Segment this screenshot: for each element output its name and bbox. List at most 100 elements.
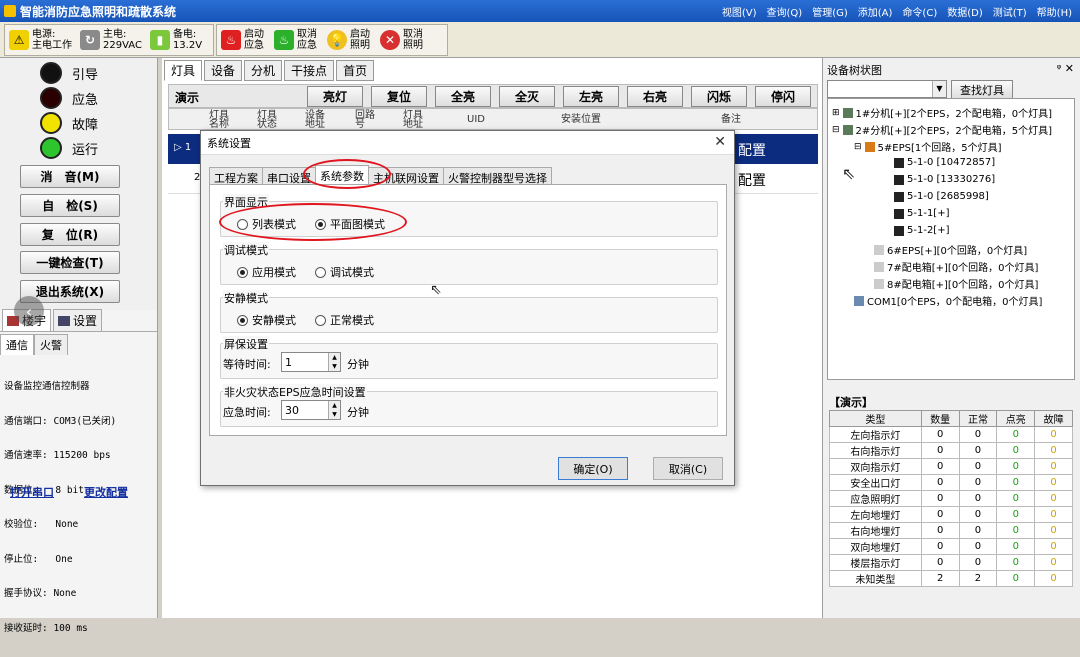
cell-type: 应急照明灯	[829, 490, 922, 507]
cell-count: 0	[920, 506, 960, 523]
menu-add[interactable]: 添加(A)	[858, 4, 893, 19]
col-lamp-name[interactable]: 灯具名称	[209, 111, 233, 130]
all-off-button[interactable]: 全灭	[499, 86, 555, 107]
col-loop[interactable]: 回路号	[355, 111, 379, 130]
one-key-check-button[interactable]: 一键检查(T)	[20, 251, 120, 274]
search-combo[interactable]: ▼	[827, 80, 947, 98]
stop-flash-button[interactable]: 停闪	[755, 86, 811, 107]
tree-node[interactable]: COM1[0个EPS，0个配电箱，0个灯具]	[854, 293, 1042, 308]
tree-node[interactable]: ⊟ 2#分机[+][2个EPS，2个配电箱，5个灯具]	[832, 122, 1052, 137]
tree-node[interactable]: 5-1-0 [10472857]	[894, 157, 995, 168]
find-lamp-button[interactable]: 查找灯具	[951, 80, 1013, 99]
back-arrow-icon[interactable]: ‹	[14, 296, 44, 326]
subtab-fire[interactable]: 火警	[34, 334, 68, 355]
cell-lit: 0	[996, 490, 1036, 507]
wait-time-stepper[interactable]: 1 ▲ ▼	[281, 352, 341, 372]
tree-node[interactable]: ⊟ 5#EPS[1个回路，5个灯具]	[854, 139, 1002, 154]
menu-command[interactable]: 命令(C)	[902, 4, 937, 19]
emergency-time-stepper[interactable]: 30 ▲ ▼	[281, 400, 341, 420]
self-check-button[interactable]: 自 检(S)	[20, 194, 120, 217]
col-device-addr[interactable]: 设备地址	[305, 111, 329, 130]
reset-button[interactable]: 复 位(R)	[20, 223, 120, 246]
cancel-lighting-button[interactable]: ✕ 取消照明	[376, 29, 429, 51]
guide-lamp-label: 引导	[72, 68, 99, 83]
eps-icon	[874, 244, 884, 255]
main-value: 229VAC	[103, 40, 142, 51]
change-config-link[interactable]: 更改配置	[84, 484, 128, 500]
tree-node[interactable]: 8#配电箱[+][0个回路，0个灯具]	[874, 276, 1038, 291]
tree-node[interactable]: 5-1-2[+]	[894, 225, 950, 236]
ok-button[interactable]: 确定(O)	[558, 457, 628, 480]
cursor-icon: ⇖	[430, 282, 442, 298]
menu-test[interactable]: 测试(T)	[993, 4, 1027, 19]
cell-count: 2	[920, 570, 960, 587]
debug-mode-radio[interactable]: 调试模式	[315, 264, 374, 280]
tab-home[interactable]: 首页	[336, 60, 375, 81]
close-icon[interactable]: ✕	[714, 134, 726, 150]
app-title: 智能消防应急照明和疏散系统	[20, 4, 177, 19]
tab-dry-contacts[interactable]: 干接点	[284, 60, 335, 81]
tree-node[interactable]: 6#EPS[+][0个回路，0个灯具]	[874, 242, 1027, 257]
device-tree: ⊞ 1#分机[+][2个EPS，2个配电箱，0个灯具] ⊟ 2#分机[+][2个EP…	[827, 98, 1075, 380]
open-port-link[interactable]: 打开串口	[10, 484, 54, 500]
spin-arrows-icon[interactable]: ▲ ▼	[328, 401, 340, 419]
eps-time-group-label: 非火灾状态EPS应急时间设置	[223, 384, 367, 400]
tab-settings[interactable]: 设置	[53, 309, 103, 331]
chevron-down-icon[interactable]: ▼	[932, 81, 946, 97]
tree-node[interactable]: 5-1-0 [13330276]	[894, 174, 995, 185]
cell-count: 0	[920, 442, 960, 459]
col-note[interactable]: 备注	[721, 115, 741, 125]
bulb-icon: 💡	[327, 30, 347, 50]
col-lit: 点亮	[996, 410, 1036, 427]
com-port-icon	[854, 295, 864, 306]
start-emergency-button[interactable]: ♨ 启动应急	[217, 29, 270, 51]
tree-node[interactable]: 5-1-1[+]	[894, 208, 950, 219]
fault-lamp-label: 故障	[72, 118, 99, 133]
distribution-box-icon	[874, 261, 884, 272]
dialog-title-bar: 系统设置	[201, 131, 734, 155]
mute-button[interactable]: 消 音(M)	[20, 165, 120, 188]
light-on-button[interactable]: 亮灯	[307, 86, 363, 107]
menu-manage[interactable]: 管理(G)	[812, 4, 848, 19]
row-note: 配置	[738, 143, 766, 159]
tab-extensions[interactable]: 分机	[244, 60, 283, 81]
cancel-emergency-label: 取消应急	[297, 29, 317, 51]
backup-power-status: ▮ 备电: 13.2V	[146, 29, 206, 51]
start-lighting-button[interactable]: 💡 启动照明	[323, 29, 376, 51]
menu-view[interactable]: 视图(V)	[722, 4, 757, 19]
radio-on-icon	[237, 266, 248, 278]
col-count: 数量	[920, 410, 960, 427]
command-group: ♨ 启动应急 ♨ 取消应急 💡 启动照明 ✕ 取消照明	[216, 24, 448, 56]
device-tree-panel: 设备树状图 ᵠ ✕ ▼ 查找灯具 ⊞ 1#分机[+][2个EPS，2个配电箱，0个…	[822, 58, 1080, 618]
demo-reset-button[interactable]: 复位	[371, 86, 427, 107]
spin-arrows-icon[interactable]: ▲ ▼	[328, 353, 340, 371]
menu-query[interactable]: 查询(Q)	[767, 4, 803, 19]
table-row: 楼层指示灯 0 0 0 0	[829, 554, 1073, 571]
table-row: 双向指示灯 0 0 0 0	[829, 458, 1073, 475]
tab-lamps[interactable]: 灯具	[164, 60, 203, 81]
subtab-comm[interactable]: 通信	[0, 334, 34, 355]
cancel-button[interactable]: 取消(C)	[653, 457, 723, 480]
menu-help[interactable]: 帮助(H)	[1037, 4, 1072, 19]
col-lamp-state[interactable]: 灯具状态	[257, 111, 281, 130]
tab-devices[interactable]: 设备	[204, 60, 243, 81]
flash-button[interactable]: 闪烁	[691, 86, 747, 107]
left-on-button[interactable]: 左亮	[563, 86, 619, 107]
app-mode-radio[interactable]: 应用模式	[237, 264, 296, 280]
col-lamp-addr[interactable]: 灯具地址	[403, 111, 427, 130]
col-uid[interactable]: UID	[467, 115, 485, 125]
cell-fault: 0	[1034, 458, 1073, 475]
menu-data[interactable]: 数据(D)	[947, 4, 983, 19]
col-location[interactable]: 安装位置	[561, 115, 601, 125]
cancel-emergency-button[interactable]: ♨ 取消应急	[270, 29, 323, 51]
tree-node[interactable]: 5-1-0 [2685998]	[894, 191, 989, 202]
normal-mode-radio[interactable]: 正常模式	[315, 312, 374, 328]
emergency-time-label: 应急时间:	[223, 406, 271, 419]
pin-close-icon[interactable]: ᵠ ✕	[1057, 62, 1074, 75]
cell-fault: 0	[1034, 506, 1073, 523]
tree-node[interactable]: ⊞ 1#分机[+][2个EPS，2个配电箱，0个灯具]	[832, 105, 1052, 120]
tree-node[interactable]: 7#配电箱[+][0个回路，0个灯具]	[874, 259, 1038, 274]
right-on-button[interactable]: 右亮	[627, 86, 683, 107]
quiet-mode-radio[interactable]: 安静模式	[237, 312, 296, 328]
all-on-button[interactable]: 全亮	[435, 86, 491, 107]
